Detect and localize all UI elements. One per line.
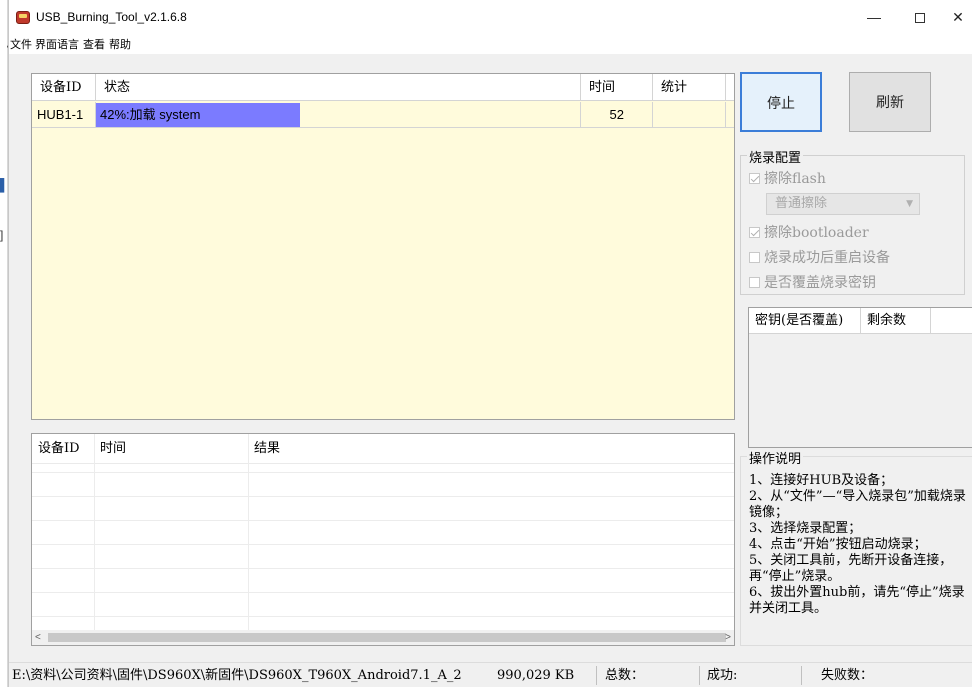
row-status-text: 42%:加载 system bbox=[100, 107, 201, 122]
instruction-line: 2、从“文件”—“导入烧录包”加载烧录镜像； bbox=[749, 489, 966, 520]
erase-bootloader-label: 擦除bootloader bbox=[764, 225, 869, 241]
minimize-button[interactable]: — bbox=[851, 4, 897, 30]
checkbox-icon bbox=[749, 252, 760, 263]
erase-bootloader-checkbox[interactable]: 擦除bootloader bbox=[749, 222, 869, 242]
status-separator bbox=[596, 666, 597, 685]
device-table-header: 设备ID 状态 时间 统计 bbox=[32, 74, 734, 101]
log-header-device-id[interactable]: 设备ID bbox=[32, 434, 92, 464]
app-window: USB_Burning_Tool_v2.1.6.8 — ✕ 文件 界面语言 查看… bbox=[8, 0, 972, 687]
log-header-result[interactable]: 结果 bbox=[248, 434, 448, 464]
erase-mode-value: 普通擦除 bbox=[775, 196, 828, 211]
instruction-line: 6、拔出外置hub前，请先“停止”烧录并关闭工具。 bbox=[749, 585, 965, 616]
column-divider bbox=[94, 434, 95, 630]
log-header-time[interactable]: 时间 bbox=[94, 434, 244, 464]
burn-config-title: 烧录配置 bbox=[747, 147, 804, 166]
app-icon bbox=[16, 11, 30, 24]
instruction-line: 1、连接好HUB及设备； bbox=[749, 473, 894, 488]
checkbox-icon bbox=[749, 173, 760, 184]
erase-flash-label: 擦除flash bbox=[764, 171, 826, 187]
overwrite-key-label: 是否覆盖烧录密钥 bbox=[764, 275, 876, 291]
window-title: USB_Burning_Tool_v2.1.6.8 bbox=[36, 10, 187, 24]
row-device-id: HUB1-1 bbox=[32, 102, 96, 128]
instruction-line: 5、关闭工具前，先断开设备连接，再“停止”烧录。 bbox=[749, 553, 953, 584]
chevron-down-icon: ▼ bbox=[906, 199, 913, 209]
status-path: E:\资料\公司资料\固件\DS960X\新固件\DS960X_T960X_An… bbox=[12, 668, 462, 683]
status-total: 总数： bbox=[605, 668, 645, 683]
result-log-table[interactable]: 设备ID 时间 结果 < > bbox=[31, 433, 735, 646]
key-table-header: 密钥(是否覆盖) 剩余数 bbox=[749, 308, 972, 334]
row-divider bbox=[32, 592, 734, 593]
instruction-line: 3、选择烧录配置； bbox=[749, 521, 862, 536]
menu-language[interactable]: 界面语言 bbox=[35, 36, 79, 52]
maximize-button[interactable] bbox=[897, 4, 943, 30]
scroll-right-icon[interactable]: > bbox=[725, 630, 731, 645]
background-glyph: ] bbox=[0, 228, 4, 242]
checkbox-icon bbox=[749, 277, 760, 288]
log-table-header: 设备ID 时间 结果 bbox=[32, 434, 734, 464]
status-success: 成功: bbox=[707, 668, 738, 683]
instruction-line: 4、点击“开始”按钮启动烧录； bbox=[749, 537, 927, 552]
status-fail: 失败数： bbox=[821, 668, 874, 683]
row-divider bbox=[32, 568, 734, 569]
header-remaining[interactable]: 剩余数 bbox=[861, 308, 931, 334]
close-button[interactable]: ✕ bbox=[943, 4, 972, 30]
maximize-icon bbox=[915, 13, 925, 24]
reboot-after-success-label: 烧录成功后重启设备 bbox=[764, 250, 890, 266]
header-stats[interactable]: 统计 bbox=[653, 74, 726, 101]
row-divider bbox=[32, 472, 734, 473]
column-divider bbox=[248, 434, 249, 630]
overwrite-key-checkbox[interactable]: 是否覆盖烧录密钥 bbox=[749, 272, 876, 292]
table-row[interactable]: HUB1-1 42%:加载 system 52 bbox=[32, 102, 734, 128]
status-separator bbox=[801, 666, 802, 685]
row-stats bbox=[653, 102, 726, 128]
header-key[interactable]: 密钥(是否覆盖) bbox=[749, 308, 861, 334]
row-time: 52 bbox=[581, 102, 653, 128]
device-status-table[interactable]: 设备ID 状态 时间 统计 HUB1-1 42%:加载 system 52 bbox=[31, 73, 735, 420]
menu-view[interactable]: 查看 bbox=[83, 36, 105, 52]
burn-config-group: 烧录配置 擦除flash 普通擦除 ▼ 擦除bootloader 烧录成功后重启… bbox=[740, 147, 965, 295]
background-window-edge: 〈 ▌ ] bbox=[0, 0, 12, 687]
refresh-button[interactable]: 刷新 bbox=[849, 72, 931, 132]
status-separator bbox=[699, 666, 700, 685]
instructions-group: 操作说明 1、连接好HUB及设备； 2、从“文件”—“导入烧录包”加载烧录镜像；… bbox=[740, 448, 972, 646]
title-bar: USB_Burning_Tool_v2.1.6.8 — ✕ bbox=[9, 0, 972, 32]
menu-file[interactable]: 文件 bbox=[10, 36, 32, 52]
horizontal-scrollbar[interactable]: < > bbox=[32, 630, 734, 645]
menu-help[interactable]: 帮助 bbox=[109, 36, 131, 52]
instructions-title: 操作说明 bbox=[747, 448, 804, 467]
status-size: 990,029 KB bbox=[497, 668, 575, 683]
status-bar: E:\资料\公司资料\固件\DS960X\新固件\DS960X_T960X_An… bbox=[9, 662, 972, 687]
reboot-after-success-checkbox[interactable]: 烧录成功后重启设备 bbox=[749, 247, 890, 267]
erase-mode-select[interactable]: 普通擦除 ▼ bbox=[766, 193, 920, 215]
erase-flash-checkbox[interactable]: 擦除flash bbox=[749, 168, 826, 188]
stop-button[interactable]: 停止 bbox=[740, 72, 822, 132]
instructions-text: 1、连接好HUB及设备； 2、从“文件”—“导入烧录包”加载烧录镜像； 3、选择… bbox=[749, 473, 971, 617]
scroll-left-icon[interactable]: < bbox=[35, 630, 41, 645]
scrollbar-thumb[interactable] bbox=[48, 633, 726, 642]
header-status[interactable]: 状态 bbox=[96, 74, 581, 101]
row-divider bbox=[32, 496, 734, 497]
header-device-id[interactable]: 设备ID bbox=[32, 74, 96, 101]
checkbox-icon bbox=[749, 227, 760, 238]
row-status-cell: 42%:加载 system bbox=[96, 102, 581, 128]
key-table[interactable]: 密钥(是否覆盖) 剩余数 bbox=[748, 307, 972, 448]
menu-bar: 文件 界面语言 查看 帮助 bbox=[9, 32, 972, 54]
header-time[interactable]: 时间 bbox=[581, 74, 653, 101]
row-divider bbox=[32, 616, 734, 617]
row-divider bbox=[32, 544, 734, 545]
row-divider bbox=[32, 520, 734, 521]
